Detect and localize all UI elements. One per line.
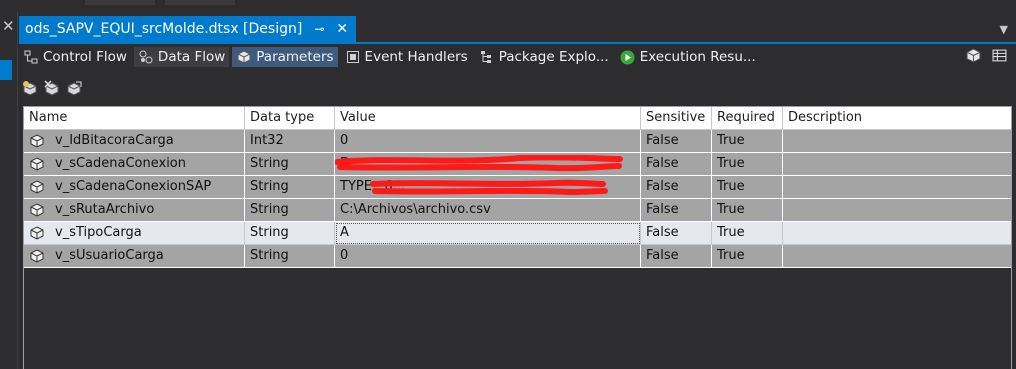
tab-dropdown-icon[interactable]: ▼ [1000,23,1008,36]
table-row[interactable]: v_sCadenaConexionSAP String TYPE...6... … [24,176,1011,199]
package-explorer-icon [479,49,495,65]
add-parameter-icon[interactable] [22,80,38,96]
tab-label: Control Flow [43,49,127,65]
top-strip-block [165,0,235,5]
parameter-name: v_sRutaArchivo [55,202,155,217]
table-row-selected[interactable]: v_sTipoCarga String A False True [24,222,1011,245]
parameter-required[interactable]: True [712,199,783,222]
parameter-sensitive[interactable]: False [641,222,712,245]
data-flow-icon [138,49,154,65]
left-dock-highlight [0,60,12,80]
column-header-description[interactable]: Description [783,107,1011,130]
tab-parameters[interactable]: Parameters [232,47,338,67]
parameter-required[interactable]: True [712,176,783,199]
parameter-data-type[interactable]: String [245,222,335,245]
parameter-name: v_sCadenaConexion [55,156,187,171]
parameter-icon [29,133,45,149]
column-header-data-type[interactable]: Data type [245,107,335,130]
close-icon[interactable]: ✕ [2,16,15,36]
column-header-sensitive[interactable]: Sensitive [641,107,712,130]
parameter-value-cell[interactable]: D [335,153,641,176]
parameter-value[interactable]: 0 [335,130,641,153]
tab-label: Execution Resu... [639,49,756,65]
parameter-data-type[interactable]: String [245,153,335,176]
parameter-data-type[interactable]: String [245,245,335,268]
parameters-view-icon[interactable] [965,48,981,64]
column-header-name[interactable]: Name [24,107,245,130]
table-row[interactable]: v_sUsuarioCarga String 0 False True [24,245,1011,268]
parameter-data-type[interactable]: Int32 [245,130,335,153]
parameter-sensitive[interactable]: False [641,130,712,153]
tab-event-handlers[interactable]: Event Handlers [341,47,472,67]
column-header-value[interactable]: Value [335,107,641,130]
redaction-scribble [370,179,608,196]
pin-icon[interactable]: ⊸ [314,22,324,36]
parameter-name: v_sCadenaConexionSAP [55,179,212,194]
parameter-value-cell[interactable]: TYPE...6... [335,176,641,199]
parameter-sensitive[interactable]: False [641,245,712,268]
delete-parameter-icon[interactable] [44,80,60,96]
parameter-value[interactable]: C:\Archivos\archivo.csv [335,199,641,222]
document-tab[interactable]: ods_SAPV_EQUI_srcMolde.dtsx [Design] ⊸ ✕ [19,16,357,42]
control-flow-icon [23,49,39,65]
tab-data-flow[interactable]: Data Flow [133,47,230,67]
parameter-required[interactable]: True [712,245,783,268]
grid-view-icon[interactable] [991,48,1007,64]
parameter-sensitive[interactable]: False [641,153,712,176]
parameter-data-type[interactable]: String [245,176,335,199]
parameter-description[interactable] [783,130,1011,153]
table-row[interactable]: v_IdBitacoraCarga Int32 0 False True [24,130,1011,153]
parameter-name: v_sTipoCarga [55,225,142,240]
parameter-icon [29,156,45,172]
execution-results-icon [620,49,636,65]
top-strip [0,0,1016,12]
parameters-grid: Name Data type Value Sensitive Required … [23,106,1012,369]
parameter-description[interactable] [783,222,1011,245]
parameter-description[interactable] [783,153,1011,176]
column-header-required[interactable]: Required [712,107,783,130]
parameter-icon [29,179,45,195]
parameter-description[interactable] [783,176,1011,199]
parameter-icon [29,225,45,241]
parameters-toolbar [22,80,88,100]
add-to-config-icon[interactable] [66,80,82,96]
close-tab-icon[interactable]: ✕ [336,21,348,37]
parameter-value[interactable]: 0 [335,245,641,268]
tab-label: Data Flow [157,49,226,65]
tab-package-explorer[interactable]: Package Explo... [475,47,613,67]
parameters-icon [236,49,252,65]
parameter-data-type[interactable]: String [245,199,335,222]
top-strip-block [85,0,155,5]
parameter-name: v_sUsuarioCarga [55,248,164,263]
tab-label: Parameters [256,49,334,65]
grid-header: Name Data type Value Sensitive Required … [24,107,1011,130]
parameter-description[interactable] [783,245,1011,268]
parameter-icon [29,202,45,218]
parameter-required[interactable]: True [712,130,783,153]
parameter-name: v_IdBitacoraCarga [55,133,174,148]
parameter-description[interactable] [783,199,1011,222]
parameter-required[interactable]: True [712,222,783,245]
tab-control-flow[interactable]: Control Flow [19,47,131,67]
document-tab-title: ods_SAPV_EQUI_srcMolde.dtsx [Design] [25,21,303,37]
parameter-sensitive[interactable]: False [641,176,712,199]
tab-execution-results[interactable]: Execution Resu... [616,47,760,67]
tab-label: Package Explo... [498,49,609,65]
event-handlers-icon [345,49,361,65]
table-row[interactable]: v_sCadenaConexion String D False True [24,153,1011,176]
parameter-icon [29,248,45,264]
table-row[interactable]: v_sRutaArchivo String C:\Archivos\archiv… [24,199,1011,222]
redaction-scribble [335,155,623,172]
parameter-value[interactable]: A [335,222,641,245]
document-tab-bar: ods_SAPV_EQUI_srcMolde.dtsx [Design] ⊸ ✕… [19,12,1016,42]
parameter-sensitive[interactable]: False [641,199,712,222]
tab-label: Event Handlers [364,49,468,65]
left-dock-panel: ✕ [0,12,18,369]
designer-tabs: Control Flow Data Flow Parameters Event … [19,44,1016,70]
parameter-required[interactable]: True [712,153,783,176]
